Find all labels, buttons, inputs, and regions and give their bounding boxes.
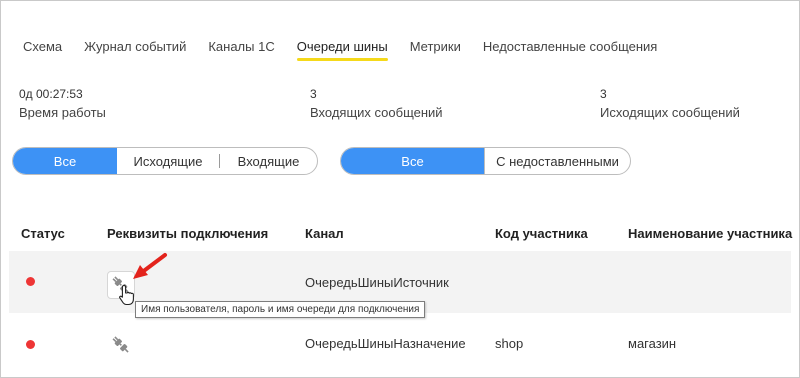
tab-schema[interactable]: Схема [23, 39, 62, 60]
filter-all-button[interactable]: Все [13, 148, 117, 174]
channel-cell: ОчередьШиныНазначение [305, 336, 466, 351]
red-arrow-icon [133, 253, 167, 279]
tab-event-log[interactable]: Журнал событий [84, 39, 186, 60]
column-participant-code: Код участника [495, 226, 588, 241]
column-status: Статус [21, 226, 65, 241]
stat-uptime: 0д 00:27:53 Время работы [19, 87, 106, 121]
tab-bar: Схема Журнал событий Каналы 1С Очереди ш… [23, 39, 679, 63]
column-connection: Реквизиты подключения [107, 226, 269, 241]
app-frame: Схема Журнал событий Каналы 1С Очереди ш… [0, 0, 800, 378]
column-channel: Канал [305, 226, 344, 241]
status-indicator [26, 277, 35, 286]
filter-outgoing-button[interactable]: Исходящие [117, 148, 219, 174]
stat-label: Время работы [19, 105, 106, 120]
filter-undelivered-button[interactable]: С недоставленными [484, 148, 630, 174]
table-row[interactable]: ОчередьШиныНазначение shop магазин [9, 313, 791, 375]
filter-all-delivery-button[interactable]: Все [341, 148, 484, 174]
stat-incoming: 3 Входящих сообщений [310, 87, 443, 121]
table-header: Статус Реквизиты подключения Канал Код у… [1, 226, 799, 242]
status-indicator [26, 340, 35, 349]
stat-label: Входящих сообщений [310, 105, 443, 120]
direction-filter: Все Исходящие Входящие [12, 147, 318, 175]
stat-value: 3 [310, 87, 317, 101]
channel-cell: ОчередьШиныИсточник [305, 275, 449, 290]
tooltip: Имя пользователя, пароль и имя очереди д… [135, 301, 426, 318]
stat-label: Исходящих сообщений [600, 105, 740, 120]
stat-value: 0д 00:27:53 [19, 87, 83, 101]
connection-details-button[interactable] [107, 331, 135, 359]
participant-name-cell: магазин [628, 336, 677, 351]
tab-1c-channels[interactable]: Каналы 1С [208, 39, 274, 60]
plug-icon [112, 336, 129, 353]
hand-cursor-icon [119, 284, 134, 306]
stat-value: 3 [600, 87, 607, 101]
stat-outgoing: 3 Исходящих сообщений [600, 87, 740, 121]
tab-metrics[interactable]: Метрики [410, 39, 461, 60]
column-participant-name: Наименование участника [628, 226, 793, 241]
filter-incoming-button[interactable]: Входящие [220, 148, 317, 174]
tab-bus-queues[interactable]: Очереди шины [296, 39, 388, 61]
delivery-filter: Все С недоставленными [340, 147, 631, 175]
participant-code-cell: shop [495, 336, 524, 351]
tab-undelivered-messages[interactable]: Недоставленные сообщения [483, 39, 657, 60]
